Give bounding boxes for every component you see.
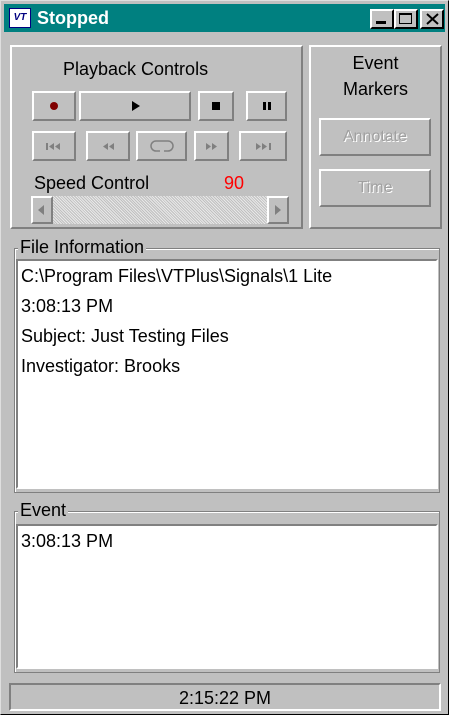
skip-end-icon	[256, 143, 271, 150]
window-title: Stopped	[37, 8, 109, 28]
fast-forward-icon	[206, 143, 217, 150]
skip-to-end-button[interactable]	[239, 131, 287, 161]
arrow-right-icon	[275, 205, 281, 215]
loop-icon	[150, 140, 174, 152]
fast-forward-button[interactable]	[194, 131, 229, 161]
stop-button[interactable]	[198, 91, 234, 121]
time-button[interactable]: Time	[319, 169, 431, 207]
event-legend: Event	[18, 500, 69, 521]
minimize-icon	[376, 21, 386, 24]
rewind-button[interactable]	[86, 131, 130, 161]
file-time: 3:08:13 PM	[21, 296, 114, 316]
skip-start-icon	[46, 143, 60, 150]
event-markers-title-2: Markers	[342, 79, 408, 99]
app-window: VT Stopped Playback Controls Speed Contr…	[0, 0, 449, 715]
maximize-icon	[399, 13, 412, 24]
play-button[interactable]	[79, 91, 191, 121]
close-button[interactable]	[420, 9, 444, 29]
minimize-button[interactable]	[370, 9, 394, 29]
app-icon: VT	[9, 8, 31, 28]
title-bar[interactable]: VT Stopped	[4, 4, 445, 32]
event-markers-title-1: Event	[352, 53, 399, 73]
close-icon	[426, 13, 439, 25]
event-text[interactable]: 3:08:13 PM	[16, 524, 438, 669]
skip-to-start-button[interactable]	[32, 131, 76, 161]
status-time: 2:15:22 PM	[178, 688, 272, 708]
playback-title: Playback Controls	[63, 59, 209, 79]
file-information-legend: File Information	[18, 237, 147, 258]
pause-icon	[263, 102, 271, 110]
loop-button[interactable]	[136, 131, 187, 161]
speed-control-label: Speed Control	[34, 173, 150, 193]
status-bar: 2:15:22 PM	[9, 683, 441, 711]
slider-right-button[interactable]	[267, 196, 289, 224]
annotate-button[interactable]: Annotate	[319, 118, 431, 156]
pause-button[interactable]	[246, 91, 287, 121]
time-label: Time	[357, 179, 393, 196]
file-path: C:\Program Files\VTPlus\Signals\1 Lite	[21, 266, 333, 286]
event-time: 3:08:13 PM	[21, 531, 114, 551]
record-button[interactable]	[32, 91, 76, 121]
file-information-text[interactable]: C:\Program Files\VTPlus\Signals\1 Lite 3…	[16, 259, 438, 489]
speed-slider[interactable]	[31, 196, 289, 224]
record-icon	[50, 102, 58, 110]
slider-left-button[interactable]	[31, 196, 53, 224]
arrow-left-icon	[38, 205, 44, 215]
stop-icon	[212, 102, 220, 110]
play-icon	[132, 101, 140, 111]
rewind-icon	[103, 143, 114, 150]
maximize-button[interactable]	[394, 9, 418, 29]
speed-value: 90	[224, 173, 245, 193]
annotate-label: Annotate	[342, 128, 408, 145]
file-investigator: Investigator: Brooks	[21, 356, 181, 376]
file-subject: Subject: Just Testing Files	[21, 326, 229, 346]
